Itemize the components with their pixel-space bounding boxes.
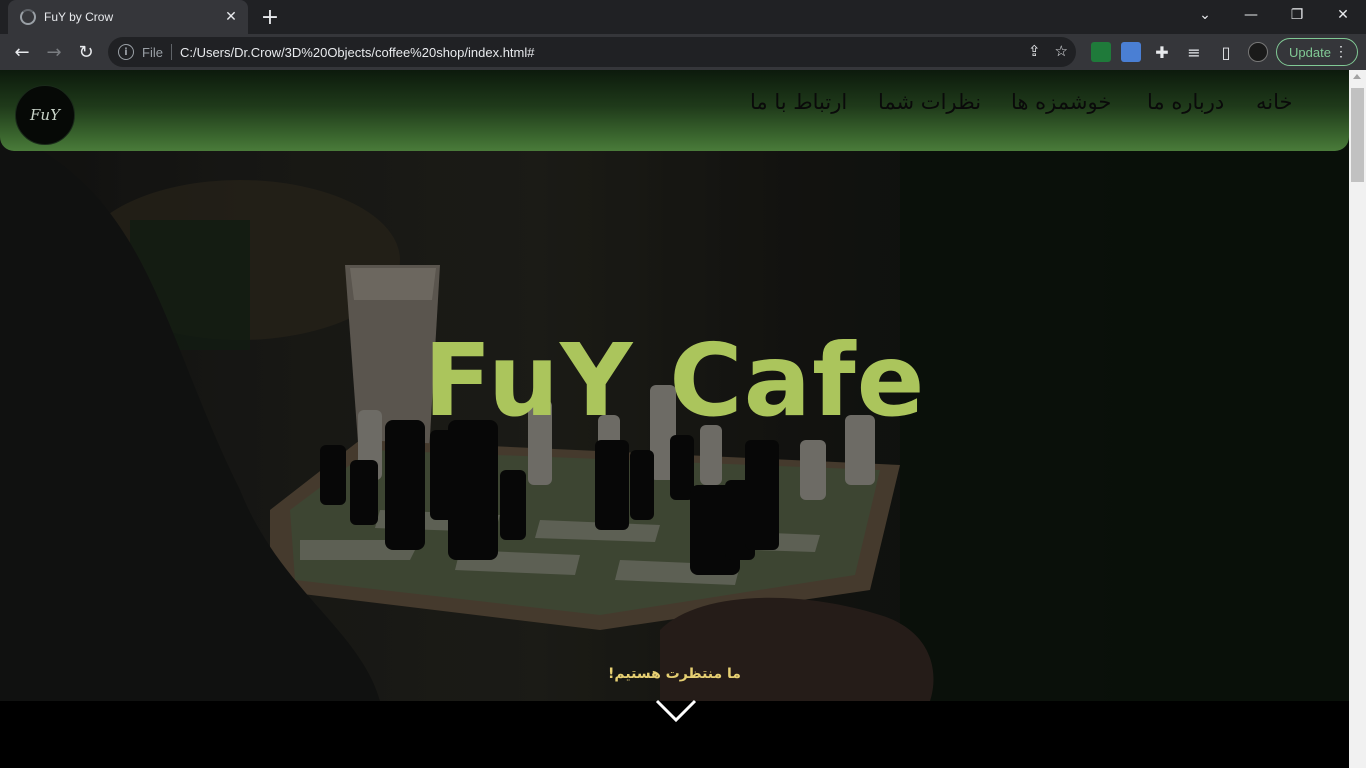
- tab-title: FuY by Crow: [44, 10, 114, 24]
- hero-title: FuY Cafe: [423, 322, 926, 439]
- address-url[interactable]: C:/Users/Dr.Crow/3D%20Objects/coffee%20s…: [180, 45, 535, 60]
- scroll-up-arrow-icon[interactable]: [1353, 74, 1361, 79]
- site-logo[interactable]: FuY: [15, 85, 75, 145]
- nav-item-about[interactable]: درباره ما: [1147, 90, 1224, 114]
- tab-strip: FuY by Crow ✕ + ⌄ — ❐ ✕: [0, 0, 1366, 34]
- site-info-icon[interactable]: i: [118, 44, 134, 60]
- scrollbar-thumb[interactable]: [1351, 88, 1364, 182]
- nav-item-contact[interactable]: ارتباط با ما: [750, 90, 847, 114]
- close-tab-icon[interactable]: ✕: [222, 8, 240, 26]
- site-navbar: FuY خانه درباره ما خوشمزه ها نظرات شما ا…: [0, 70, 1349, 151]
- media-control-icon[interactable]: ≡: [1180, 38, 1208, 66]
- reload-icon[interactable]: ↻: [72, 38, 100, 66]
- extensions-puzzle-icon[interactable]: ✚: [1148, 38, 1176, 66]
- update-button[interactable]: Update ⋮: [1276, 38, 1358, 66]
- page-scrollbar[interactable]: [1349, 70, 1366, 768]
- nav-item-menu[interactable]: خوشمزه ها: [1011, 90, 1111, 114]
- extension-translate-icon[interactable]: [1121, 42, 1141, 62]
- update-label: Update: [1289, 44, 1331, 60]
- profile-avatar[interactable]: [1248, 42, 1268, 62]
- scroll-down-chevron-icon[interactable]: [655, 698, 697, 724]
- bookmark-star-icon[interactable]: ☆: [1055, 42, 1068, 60]
- address-divider: [170, 44, 172, 60]
- share-icon[interactable]: ⇪: [1028, 42, 1041, 60]
- logo-text: FuY: [30, 106, 60, 124]
- side-panel-icon[interactable]: ▯: [1212, 38, 1240, 66]
- back-icon[interactable]: ←: [8, 38, 36, 66]
- tab-search-icon[interactable]: ⌄: [1182, 0, 1228, 30]
- extension-tampermonkey-icon[interactable]: [1091, 42, 1111, 62]
- menu-dots-icon[interactable]: ⋮: [1334, 43, 1348, 60]
- hero-subtitle: ما منتظرت هستیم!: [608, 666, 741, 682]
- page-viewport: FuY خانه درباره ما خوشمزه ها نظرات شما ا…: [0, 70, 1349, 768]
- new-tab-button[interactable]: +: [258, 5, 282, 30]
- browser-tab[interactable]: FuY by Crow ✕: [8, 0, 248, 34]
- nav-item-reviews[interactable]: نظرات شما: [878, 90, 981, 114]
- close-window-button[interactable]: ✕: [1320, 0, 1366, 30]
- address-scheme: File: [142, 44, 163, 60]
- browser-toolbar: ← → ↻ i File C:/Users/Dr.Crow/3D%20Objec…: [0, 34, 1366, 70]
- nav-item-home[interactable]: خانه: [1256, 90, 1292, 114]
- minimize-button[interactable]: —: [1228, 0, 1274, 30]
- forward-icon[interactable]: →: [40, 38, 68, 66]
- loading-spinner-icon: [20, 9, 36, 25]
- address-bar[interactable]: i File C:/Users/Dr.Crow/3D%20Objects/cof…: [108, 37, 1076, 67]
- restore-button[interactable]: ❐: [1274, 0, 1320, 30]
